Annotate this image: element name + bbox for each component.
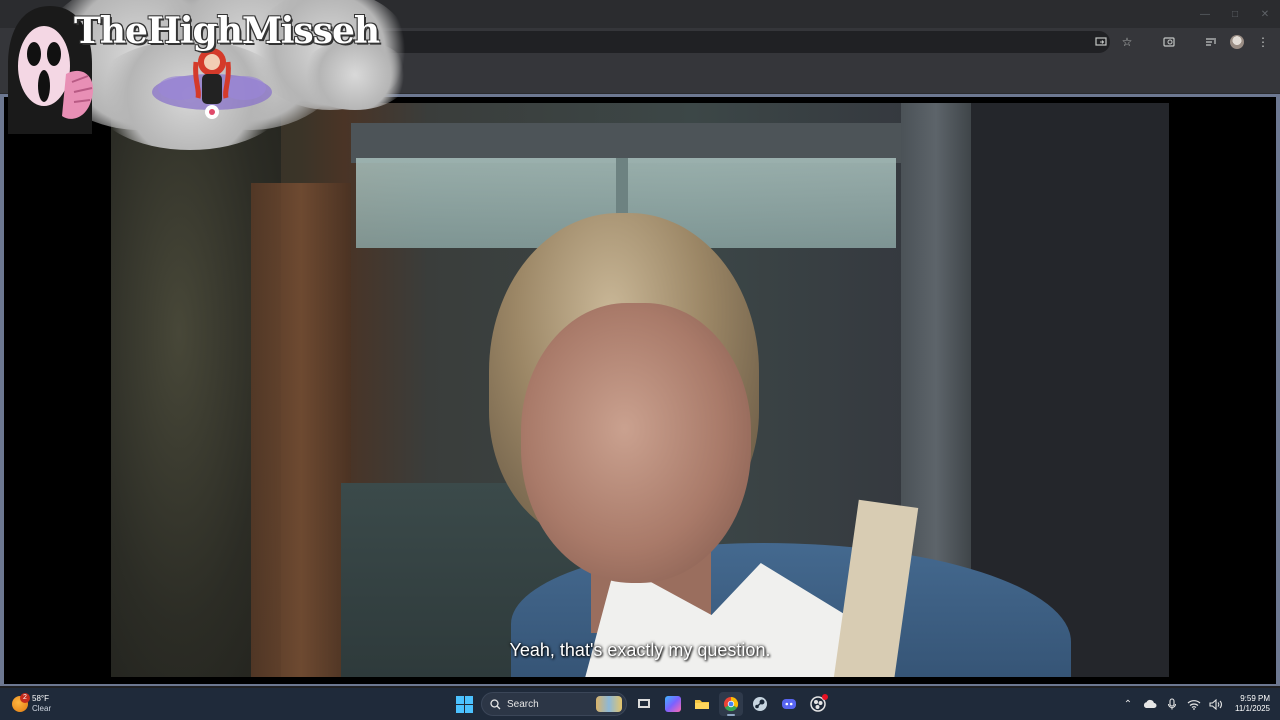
window-controls: — □ ✕ — [1190, 0, 1280, 28]
brand-name: TheHighMisseh — [74, 10, 380, 52]
minimize-icon[interactable]: — — [1190, 0, 1220, 28]
notification-dot — [822, 694, 828, 700]
avatar — [1230, 35, 1244, 49]
volume-icon[interactable] — [1209, 697, 1223, 711]
scene-wood-post — [251, 183, 351, 677]
scene-beam — [351, 123, 911, 163]
system-tray: ⌃ 9:59 PM 11/1/2025 — [1121, 688, 1270, 720]
video-subtitle: Yeah, that's exactly my question. — [509, 640, 771, 660]
obs-icon[interactable] — [806, 692, 830, 716]
discord-icon[interactable] — [777, 692, 801, 716]
microphone-icon[interactable] — [1165, 697, 1179, 711]
taskbar-search[interactable]: Search — [481, 692, 627, 716]
extensions-icon[interactable] — [1158, 31, 1180, 53]
weather-widget[interactable]: 2 58°F Clear — [12, 692, 51, 716]
chrome-icon[interactable] — [719, 692, 743, 716]
onedrive-cloud-icon[interactable] — [1143, 697, 1157, 711]
video-frame[interactable]: Yeah, that's exactly my question. — [111, 103, 1169, 677]
weather-temp: 58°F — [32, 694, 49, 703]
search-label: Search — [507, 698, 539, 710]
weather-moon-icon: 2 — [12, 693, 30, 712]
media-controls-icon[interactable] — [1200, 31, 1222, 53]
task-view-icon[interactable] — [632, 692, 656, 716]
cast-icon[interactable] — [1090, 31, 1112, 53]
taskbar-clock[interactable]: 9:59 PM 11/1/2025 — [1235, 694, 1270, 714]
windows-taskbar: 2 58°F Clear Search ⌃ 9:59 PM 11/1/2025 — [0, 688, 1280, 720]
weather-condition: Clear — [32, 704, 52, 713]
bookmark-star-icon[interactable]: ☆ — [1116, 31, 1138, 53]
more-menu-icon[interactable]: ⋮ — [1252, 31, 1274, 53]
file-explorer-icon[interactable] — [690, 692, 714, 716]
search-icon — [490, 698, 501, 709]
weather-text: 58°F Clear — [32, 694, 51, 714]
weather-badge: 2 — [20, 693, 30, 703]
search-highlight-icon — [596, 696, 622, 712]
clock-date: 11/1/2025 — [1235, 704, 1270, 713]
profile-avatar-icon[interactable] — [1226, 31, 1248, 53]
address-bar[interactable] — [330, 31, 1110, 53]
copilot-icon[interactable] — [661, 692, 685, 716]
windows-start-icon[interactable] — [452, 692, 476, 716]
steam-icon[interactable] — [748, 692, 772, 716]
person-face — [521, 303, 751, 583]
page-content: Yeah, that's exactly my question. — [0, 94, 1280, 686]
maximize-icon[interactable]: □ — [1220, 0, 1250, 28]
wifi-icon[interactable] — [1187, 697, 1201, 711]
stream-overlay-logo: TheHighMisseh — [0, 0, 420, 150]
taskbar-center: Search — [452, 691, 830, 717]
clock-time: 9:59 PM — [1240, 694, 1270, 703]
chevron-up-icon[interactable]: ⌃ — [1121, 697, 1135, 711]
avatar-lotus-icon — [152, 48, 272, 119]
close-icon[interactable]: ✕ — [1250, 0, 1280, 28]
toolbar-icons: ☆ ⋮ — [1090, 28, 1274, 56]
screen: — □ ✕ ☆ ⋮ Yeah, that's exactly my questi… — [0, 0, 1280, 720]
video-player[interactable]: Yeah, that's exactly my question. — [4, 97, 1276, 684]
